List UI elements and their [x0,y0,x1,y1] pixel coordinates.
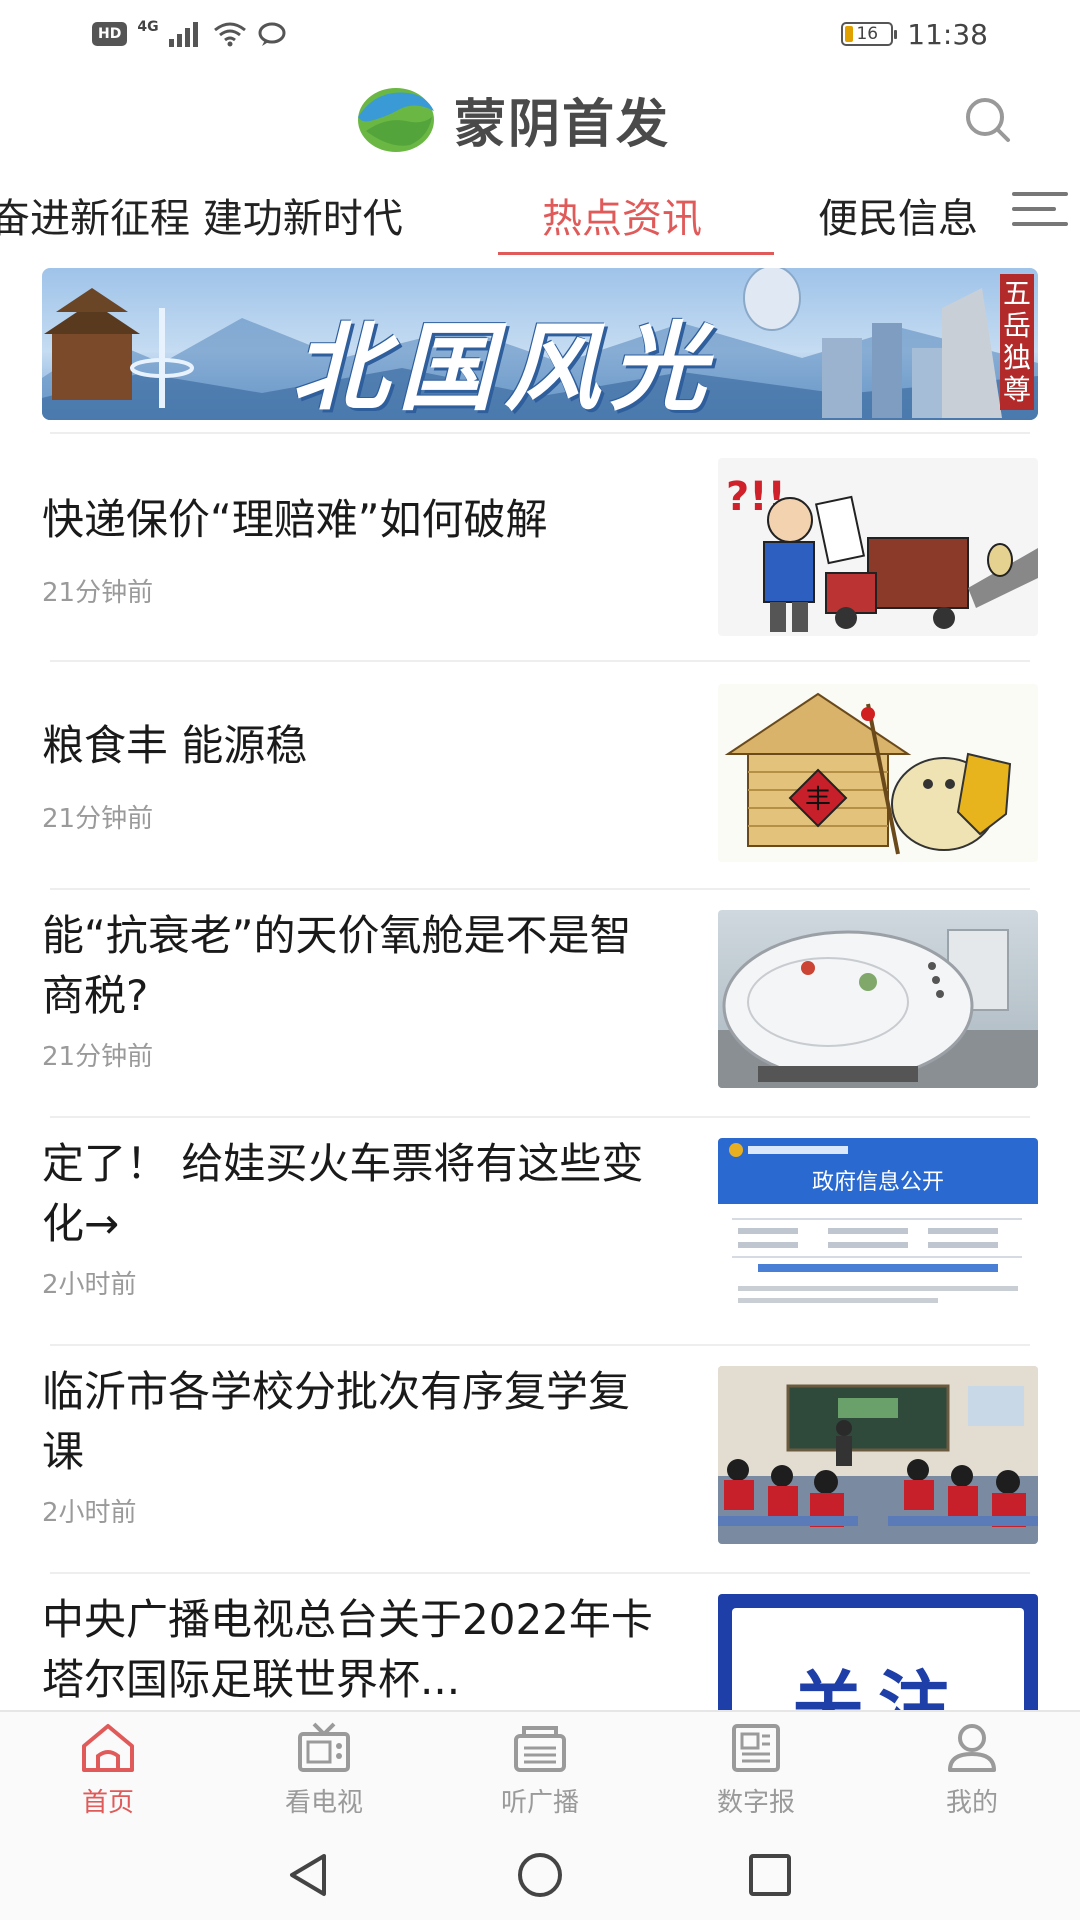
nav-tv[interactable]: 看电视 [249,1720,399,1819]
nav-label: 听广播 [500,1788,579,1818]
network-type: 4G [137,19,159,35]
tab-hot-news[interactable]: 热点资讯 [542,186,702,244]
cartoon-courier-image: ?!! [726,474,1038,632]
divider [50,660,1030,662]
app-logo-icon [358,87,434,152]
news-time: 2小时前 [42,1498,137,1528]
brand: 蒙阴首发 [356,82,670,157]
news-title: 临沂市各学校分批次有序复学复课 [42,1367,631,1476]
news-title: 定了！ 给娃买火车票将有这些变化→ [42,1139,644,1248]
channel-tabs: 奋进新征程 建功新时代 热点资讯 便民信息 [0,168,1080,260]
user-icon [948,1724,996,1772]
back-icon[interactable] [284,1850,334,1900]
status-right: 16 11:38 [841,18,988,51]
clock: 11:38 [907,17,988,51]
news-thumbnail: 关注 [718,1594,1038,1710]
tab-public-info[interactable]: 便民信息 [818,186,978,244]
news-time: 21分钟前 [42,578,154,608]
news-thumbnail: 政府信息公开 [718,1138,1038,1316]
radio-icon [514,1726,566,1772]
news-time: 2小时前 [42,1270,137,1300]
recents-icon[interactable] [745,1850,795,1900]
nav-radio[interactable]: 听广播 [465,1720,615,1819]
news-item[interactable]: 中央广播电视总台关于2022年卡塔尔国际足联世界杯... 关注 [42,1572,1038,1710]
tab-new-era[interactable]: 奋进新征程 建功新时代 [0,186,403,244]
news-title: 中央广播电视总台关于2022年卡塔尔国际足联世界杯... [42,1595,653,1704]
nav-home[interactable]: 首页 [33,1720,183,1819]
news-thumbnail: ?!! [718,458,1038,636]
divider [50,1116,1030,1118]
app-header: 蒙阴首发 [0,68,1080,168]
banner-title: 北国风光 [292,311,716,420]
divider [50,1344,1030,1346]
battery-level: 16 [856,24,879,44]
news-item[interactable]: 定了！ 给娃买火车票将有这些变化→ 2小时前 政府信息公开 [42,1116,1038,1344]
chat-icon [258,22,286,46]
home-icon [82,1724,134,1772]
divider [50,432,1030,434]
search-icon[interactable] [958,90,1018,150]
news-item[interactable]: 能“抗衰老”的天价氧舱是不是智商税? 21分钟前 [42,888,1038,1116]
hd-badge: HD [92,22,128,46]
bottom-nav: 首页 看电视 听广播 数字报 我的 [0,1710,1080,1830]
thumb-heading: 关注 [791,1663,964,1710]
status-left: HD 4G [92,19,287,47]
nav-e-paper[interactable]: 数字报 [681,1720,831,1819]
nav-label: 我的 [945,1788,998,1818]
nav-label: 首页 [81,1788,134,1818]
news-thumbnail [718,1366,1038,1544]
news-item[interactable]: 临沂市各学校分批次有序复学复课 2小时前 [42,1344,1038,1572]
news-item[interactable]: 快递保价“理赔难”如何破解 21分钟前 ?!! [42,432,1038,660]
active-tab-indicator [498,252,774,255]
app-name: 蒙阴首发 [454,95,671,155]
classroom-image [718,1366,1038,1544]
cartoon-granary-image: 丰 [724,692,1012,855]
news-title: 粮食丰 能源稳 [42,721,308,770]
news-thumbnail: 丰 [718,684,1038,862]
thumb-heading: 政府信息公开 [811,1170,944,1195]
battery-icon: 16 [841,22,898,46]
status-bar: HD 4G 16 11:38 [0,0,1080,68]
signal-icon [168,22,198,47]
divider [50,888,1030,890]
news-thumbnail [718,910,1038,1088]
divider [50,1572,1030,1574]
banner[interactable]: 北国风光 五岳独尊 [42,268,1038,420]
wifi-icon [213,22,246,47]
nav-label: 数字报 [716,1788,795,1818]
svg-text:丰: 丰 [805,785,831,815]
system-nav-bar [0,1830,1080,1920]
tv-icon [298,1722,350,1772]
home-button-icon[interactable] [515,1850,565,1900]
news-title: 能“抗衰老”的天价氧舱是不是智商税? [42,911,632,1020]
news-feed: 快递保价“理赔难”如何破解 21分钟前 ?!! 粮食丰 能源稳 21分钟前 丰 … [0,432,1080,1710]
channel-menu-icon[interactable] [1012,192,1068,232]
newspaper-icon [732,1724,780,1772]
banner-side-text: 五岳独尊 [1000,274,1034,410]
news-item[interactable]: 粮食丰 能源稳 21分钟前 丰 [42,660,1038,888]
nav-profile[interactable]: 我的 [897,1720,1047,1819]
nav-label: 看电视 [284,1788,363,1818]
news-time: 21分钟前 [42,804,154,834]
news-title: 快递保价“理赔难”如何破解 [42,495,548,544]
oxygen-chamber-image [718,929,1038,1088]
news-time: 21分钟前 [42,1042,154,1072]
